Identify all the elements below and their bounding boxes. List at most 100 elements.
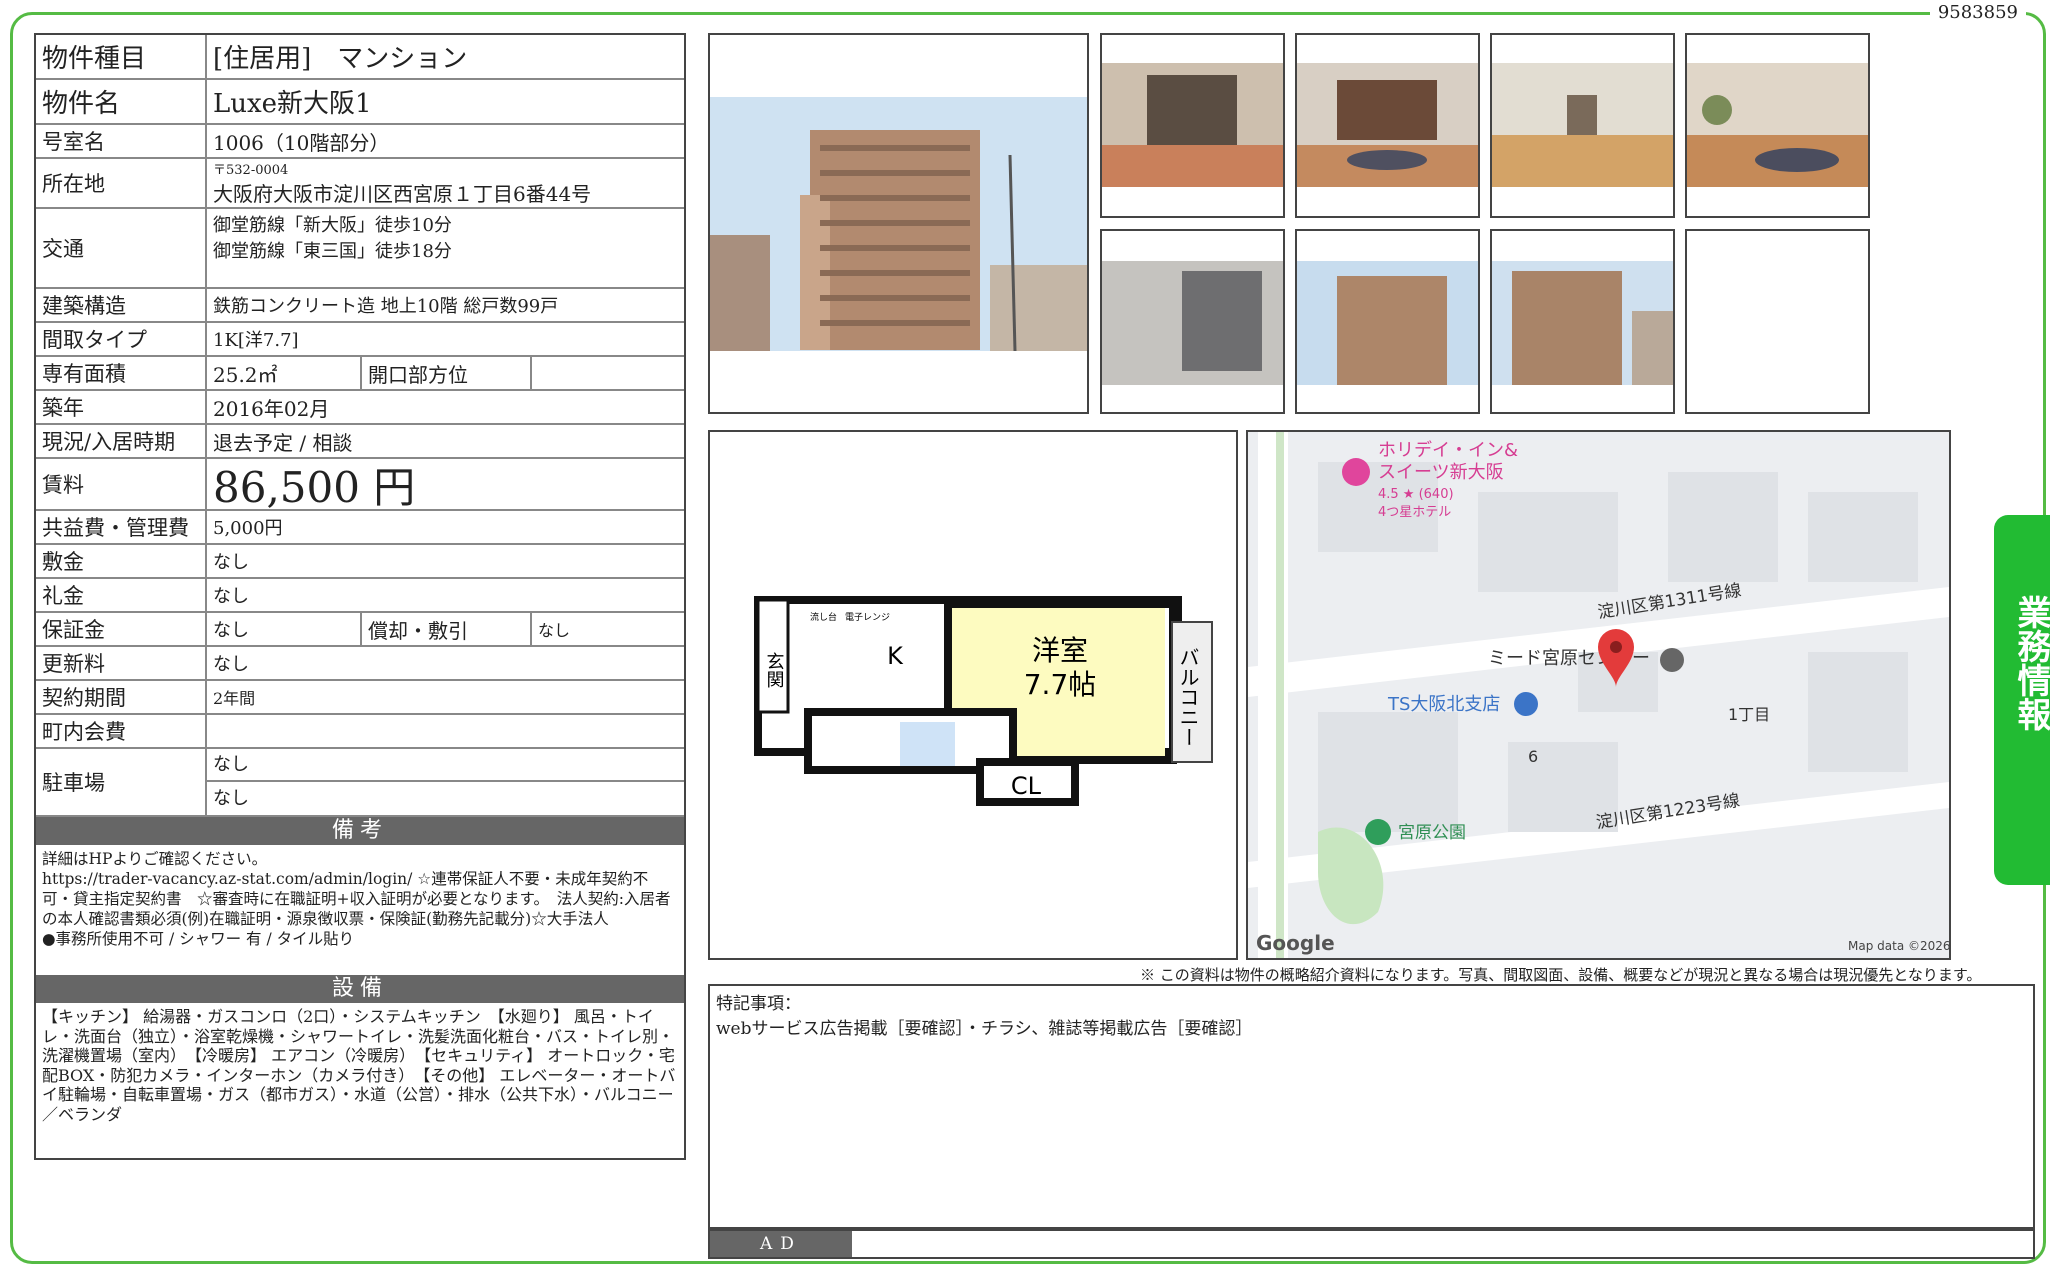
value: なし (213, 654, 249, 675)
row-deposit: 敷金 なし (36, 545, 684, 579)
row-address: 所在地 〒532-0004 大阪府大阪市淀川区西宮原１丁目6番44号 (36, 159, 684, 209)
map-park-label: 宮原公園 (1398, 823, 1466, 843)
map-bank-label: TS大阪北支店 (1387, 694, 1500, 715)
special-notes-text: webサービス広告掲載［要確認］・チラシ、雑誌等掲載広告［要確認］ (716, 1019, 1253, 1039)
value: なし (213, 586, 249, 607)
zip-code: 〒532-0004 (213, 163, 289, 178)
row-built: 築年 2016年02月 (36, 391, 684, 425)
business-info-tab[interactable]: 業務情報 (1994, 515, 2051, 885)
row-area: 専有面積 25.2㎡ 開口部方位 (36, 357, 684, 391)
amort-value: なし (538, 621, 571, 640)
row-contract: 契約期間 2年間 (36, 681, 684, 715)
row-rent: 賃料 86,500 円 (36, 459, 684, 512)
special-notes-box: 特記事項： webサービス広告掲載［要確認］・チラシ、雑誌等掲載広告［要確認］ (708, 984, 2035, 1229)
label: 共益費・管理費 (36, 511, 207, 543)
document-id: 9583859 (1929, 2, 2026, 23)
direction-value (532, 357, 684, 389)
label: 物件名 (36, 80, 207, 123)
photo-thumbnail[interactable] (1100, 33, 1285, 218)
label: 所在地 (36, 159, 207, 207)
photo-thumbnail[interactable] (1490, 229, 1675, 414)
google-logo: Google (1256, 931, 1335, 955)
label: 号室名 (36, 125, 207, 157)
row-structure: 建築構造 鉄筋コンクリート造 地上10階 総戸数99戸 (36, 289, 684, 323)
value: [住居用] マンション (213, 44, 468, 74)
map-credit: Map data ©2026 (1848, 939, 1949, 953)
special-notes-heading: 特記事項： (716, 994, 801, 1014)
row-parking: 駐車場 なし なし (36, 749, 684, 817)
map-chome-label: 1丁目 (1728, 705, 1770, 724)
label: 町内会費 (36, 715, 207, 747)
parking-value: なし (213, 788, 249, 809)
photo-thumbnail[interactable] (1490, 33, 1675, 218)
row-fee: 共益費・管理費 5,000円 (36, 511, 684, 545)
area-value: 25.2㎡ (207, 357, 362, 389)
row-name: 物件名 Luxe新大阪1 (36, 80, 684, 125)
value: 〒532-0004 大阪府大阪市淀川区西宮原１丁目6番44号 (207, 159, 684, 207)
row-key-money: 礼金 なし (36, 579, 684, 613)
equipment-text: 【キッチン】 給湯器・ガスコンロ（2口）・システムキッチン 【水廻り】 風呂・ト… (42, 1007, 676, 1124)
map-hotel-class: 4つ星ホテル (1378, 505, 1451, 520)
photo-thumbnail[interactable] (1685, 33, 1870, 218)
row-renewal: 更新料 なし (36, 647, 684, 681)
label: 築年 (36, 391, 207, 423)
label: 保証金 (36, 613, 207, 645)
parking-value: なし (207, 748, 684, 782)
closet-label: CL (1011, 772, 1042, 800)
label: 交通 (36, 209, 207, 287)
photo-thumbnail[interactable] (1295, 33, 1480, 218)
transport-line: 御堂筋線「新大阪」徒歩10分 (213, 215, 452, 236)
exterior-image (1492, 261, 1673, 385)
row-transport: 交通 御堂筋線「新大阪」徒歩10分 御堂筋線「東三国」徒歩18分 (36, 209, 684, 289)
value: 5,000円 (213, 518, 283, 539)
ad-bar: AD (708, 1229, 2035, 1259)
label: 敷金 (36, 545, 207, 577)
value: なし (213, 552, 249, 573)
value: 2016年02月 (213, 396, 330, 421)
label: 物件種目 (36, 35, 207, 78)
value: なし なし (207, 749, 684, 815)
building-photo[interactable] (708, 33, 1089, 414)
location-map[interactable]: 淀川区第1311号線 淀川区第1223号線 ホリデイ・イン& スイーツ新大阪 4… (1246, 430, 1951, 960)
stove-label: 電子レンジ (845, 612, 890, 623)
guarantee-value: なし (207, 613, 362, 645)
transport-line: 御堂筋線「東三国」徒歩18分 (213, 241, 452, 262)
notes-heading: 備考 (36, 817, 684, 845)
map-drawing: 淀川区第1311号線 淀川区第1223号線 ホリデイ・イン& スイーツ新大阪 4… (1248, 432, 1949, 958)
map-block-label: 6 (1528, 747, 1538, 766)
label: 更新料 (36, 647, 207, 679)
sink-label: 流し台 (810, 611, 837, 623)
value (207, 715, 684, 747)
row-layout: 間取タイプ 1K[洋7.7] (36, 323, 684, 357)
label: 建築構造 (36, 289, 207, 321)
photo-thumbnail[interactable] (1100, 229, 1285, 414)
map-hotel-label: ホリデイ・イン& (1378, 440, 1518, 461)
value: 御堂筋線「新大阪」徒歩10分 御堂筋線「東三国」徒歩18分 (207, 209, 684, 287)
photo-thumbnail-empty (1685, 229, 1870, 414)
amort-label: 償却・敷引 (362, 613, 532, 645)
label: 駐車場 (36, 749, 207, 815)
lobby-floor-image (1687, 63, 1868, 187)
photo-thumbnail[interactable] (1295, 229, 1480, 414)
room-label: 洋室 (1032, 634, 1088, 667)
rent-value: 86,500 円 (213, 462, 416, 512)
exterior-image (1297, 261, 1478, 385)
address: 大阪府大阪市淀川区西宮原１丁目6番44号 (213, 182, 592, 206)
property-info-table: 物件種目 [住居用] マンション 物件名 Luxe新大阪1 号室名 1006（1… (34, 33, 686, 1160)
lobby-image (1297, 63, 1478, 187)
ad-label: AD (710, 1231, 852, 1257)
floor-plan[interactable]: 玄関 K 洋室 7.7帖 CL バルコニー 流し台 電子レンジ (708, 430, 1238, 960)
direction-label: 開口部方位 (362, 357, 532, 389)
entrance-label: 玄関 (764, 652, 785, 688)
disclaimer-text: ※ この資料は物件の概略紹介資料になります。写真、間取図面、設備、概要などが現況… (1140, 966, 1982, 984)
mailbox-image (1102, 261, 1283, 385)
hallway-image (1492, 63, 1673, 187)
label: 賃料 (36, 459, 207, 509)
value: 鉄筋コンクリート造 地上10階 総戸数99戸 (213, 296, 559, 317)
label: 間取タイプ (36, 323, 207, 355)
value: 1006（10階部分） (213, 130, 390, 155)
map-hotel-label-2: スイーツ新大阪 (1378, 462, 1504, 483)
label: 契約期間 (36, 681, 207, 713)
property-name: Luxe新大阪1 (213, 89, 372, 119)
label: 礼金 (36, 579, 207, 611)
